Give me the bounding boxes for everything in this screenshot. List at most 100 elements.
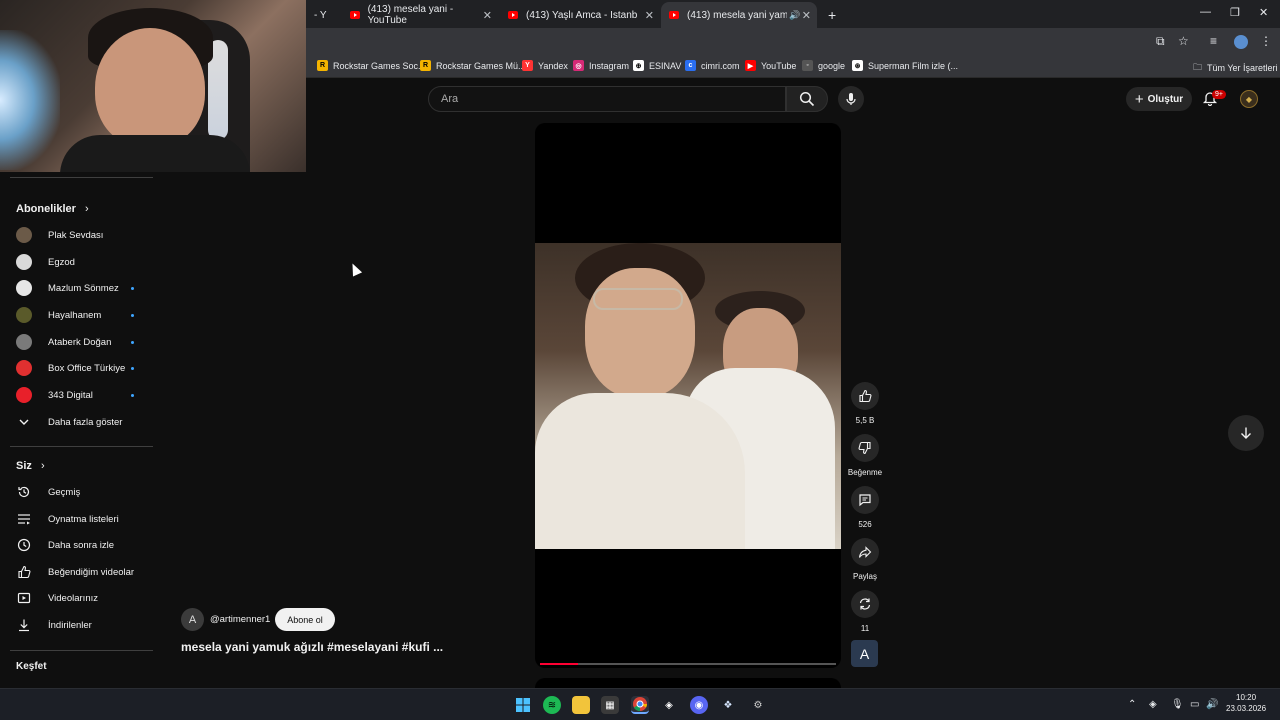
system-clock[interactable]: 10:20 23.03.2026 (1226, 692, 1266, 714)
channel-handle[interactable]: @artimenner1 (210, 614, 270, 625)
store-icon[interactable]: ▦ (601, 696, 619, 714)
voice-search-button[interactable] (838, 86, 864, 112)
new-content-dot (131, 286, 134, 290)
channel-avatar[interactable]: A (181, 608, 204, 631)
steam-icon[interactable]: ◈ (660, 696, 678, 714)
channel-name: Box Office Türkiye (48, 362, 126, 374)
subscribe-button[interactable]: Abone ol (275, 608, 335, 631)
close-tab-icon[interactable]: ✕ (802, 9, 811, 22)
sidebar-item-label: Videolarınız (48, 592, 98, 604)
show-more-button[interactable]: Daha fazla göster (16, 411, 156, 433)
bookmark-item[interactable]: ◦ google (802, 60, 845, 71)
bookmark-item[interactable]: R Rockstar Games Soc... (317, 60, 426, 71)
sidebar-subscription[interactable]: Mazlum Sönmez (16, 277, 156, 299)
bookmark-label: Rockstar Games Soc... (333, 60, 426, 71)
sidebar-item-liked-videos[interactable]: Beğendiğim videolar (16, 561, 156, 583)
sidebar-divider (10, 446, 153, 447)
chrome-menu-icon[interactable]: ⋮ (1260, 34, 1272, 48)
account-avatar[interactable]: ◆ (1240, 90, 1258, 108)
volume-icon[interactable]: 🔊 (1206, 699, 1218, 710)
thumbs-up-icon (16, 564, 32, 580)
channel-avatar-initial: A (188, 613, 197, 626)
tab-search-icon[interactable]: ≡ (1210, 34, 1217, 48)
bookmark-item[interactable]: ▶ YouTube (745, 60, 796, 71)
sidebar-subscription[interactable]: Hayalhanem (16, 304, 156, 326)
sidebar-subscription[interactable]: Plak Sevdası (16, 224, 156, 246)
sidebar-item-label: Daha sonra izle (48, 539, 115, 551)
audio-playing-icon[interactable]: 🔊 (789, 10, 800, 21)
close-window-button[interactable]: ✕ (1259, 6, 1268, 19)
taskbar: ≋ ▦ ◈ ◉ ❖ ⚙ ⌃ ◈ 🎙 ▭ 🔊 (0, 688, 1280, 720)
search-button[interactable] (786, 86, 828, 112)
next-short-button[interactable] (1228, 415, 1264, 451)
network-icon[interactable]: ▭ (1190, 699, 1199, 710)
channel-avatar (16, 307, 32, 323)
sidebar-item-history[interactable]: Geçmiş (16, 481, 156, 503)
new-content-dot (131, 313, 134, 317)
tab-partial-title: - Y (314, 9, 327, 21)
bookmark-item[interactable]: ⊕ ESINAV (633, 60, 681, 71)
minimize-button[interactable]: — (1200, 6, 1211, 18)
sidebar-item-your-videos[interactable]: Videolarınız (16, 587, 156, 609)
dislike-button[interactable] (851, 434, 879, 462)
sidebar-subscription[interactable]: Ataberk Doğan (16, 331, 156, 353)
tab-active[interactable]: (413) mesela yani yamuk a 🔊 ✕ (661, 2, 817, 28)
settings-gear-icon[interactable]: ⚙ (749, 696, 767, 714)
bookmark-item[interactable]: c cimri.com (685, 60, 740, 71)
share-button[interactable] (851, 538, 879, 566)
all-bookmarks-button[interactable]: 🗀 Tüm Yer İşaretleri (1193, 60, 1278, 76)
close-tab-icon[interactable]: ✕ (645, 9, 654, 22)
remix-button[interactable] (851, 590, 879, 618)
shorts-player[interactable] (535, 123, 841, 668)
short-title[interactable]: mesela yani yamuk ağızlı #meselayani #ku… (181, 640, 443, 654)
chevron-down-icon (16, 414, 32, 430)
you-heading[interactable]: Siz › (16, 460, 45, 472)
tab-1[interactable]: (413) mesela yani - YouTube ✕ (342, 2, 498, 28)
steam-tray-icon[interactable]: ◈ (1149, 699, 1157, 710)
game-launcher-icon[interactable]: ❖ (719, 696, 737, 714)
tab-partial[interactable]: - Y (306, 2, 340, 28)
show-hidden-icons[interactable]: ⌃ (1128, 699, 1136, 710)
restore-button[interactable]: ❐ (1230, 6, 1240, 19)
file-explorer-icon[interactable] (572, 696, 590, 714)
bookmark-item[interactable]: ⊛ Superman Film izle (... (852, 60, 958, 71)
sidebar-subscription[interactable]: Box Office Türkiye (16, 357, 156, 379)
bookmark-item[interactable]: Y Yandex (522, 60, 568, 71)
profile-avatar-icon[interactable] (1234, 35, 1248, 49)
comments-button[interactable] (851, 486, 879, 514)
close-tab-icon[interactable]: ✕ (483, 9, 492, 22)
sidebar-subscription[interactable]: Egzod (16, 251, 156, 273)
clock-time: 10:20 (1236, 693, 1257, 702)
channel-name: Ataberk Doğan (48, 336, 112, 348)
tab-title: (413) mesela yani - YouTube (367, 4, 454, 26)
install-app-icon[interactable]: ⧉ (1156, 34, 1165, 49)
bookmark-item[interactable]: ◎ Instagram (573, 60, 629, 71)
windows-start-icon[interactable] (514, 696, 532, 714)
microphone-tray-icon[interactable]: 🎙 (1171, 699, 1184, 710)
create-label: Oluştur (1147, 93, 1184, 105)
cimri-icon: c (685, 60, 696, 71)
channel-avatar (16, 360, 32, 376)
new-tab-button[interactable]: + (820, 2, 840, 28)
bookmark-label: YouTube (761, 60, 797, 71)
tab-2[interactable]: (413) Yaşlı Amca - İstanbul Beye ✕ (500, 2, 660, 28)
bookmark-star-icon[interactable]: ☆ (1178, 34, 1189, 48)
sidebar-item-downloads[interactable]: İndirilenler (16, 614, 156, 636)
new-content-dot (131, 366, 134, 370)
sidebar-item-watch-later[interactable]: Daha sonra izle (16, 534, 156, 556)
sidebar-subscription[interactable]: 343 Digital (16, 384, 156, 406)
create-button[interactable]: + Oluştur (1126, 87, 1192, 111)
video-frame[interactable] (535, 243, 841, 549)
thumbs-down-icon (858, 441, 871, 455)
bookmark-item[interactable]: R Rockstar Games Mü... (420, 60, 526, 71)
discord-icon[interactable]: ◉ (690, 696, 708, 714)
search-input[interactable]: Ara (428, 86, 786, 112)
spotify-icon[interactable]: ≋ (543, 696, 561, 714)
progress-track[interactable] (540, 663, 836, 665)
like-button[interactable] (851, 382, 879, 410)
chrome-icon[interactable] (631, 696, 649, 714)
channel-thumbnail-button[interactable]: A (851, 640, 878, 667)
subscriptions-heading[interactable]: Abonelikler › (16, 203, 89, 215)
sidebar-item-playlists[interactable]: Oynatma listeleri (16, 508, 156, 530)
channel-avatar (16, 280, 32, 296)
